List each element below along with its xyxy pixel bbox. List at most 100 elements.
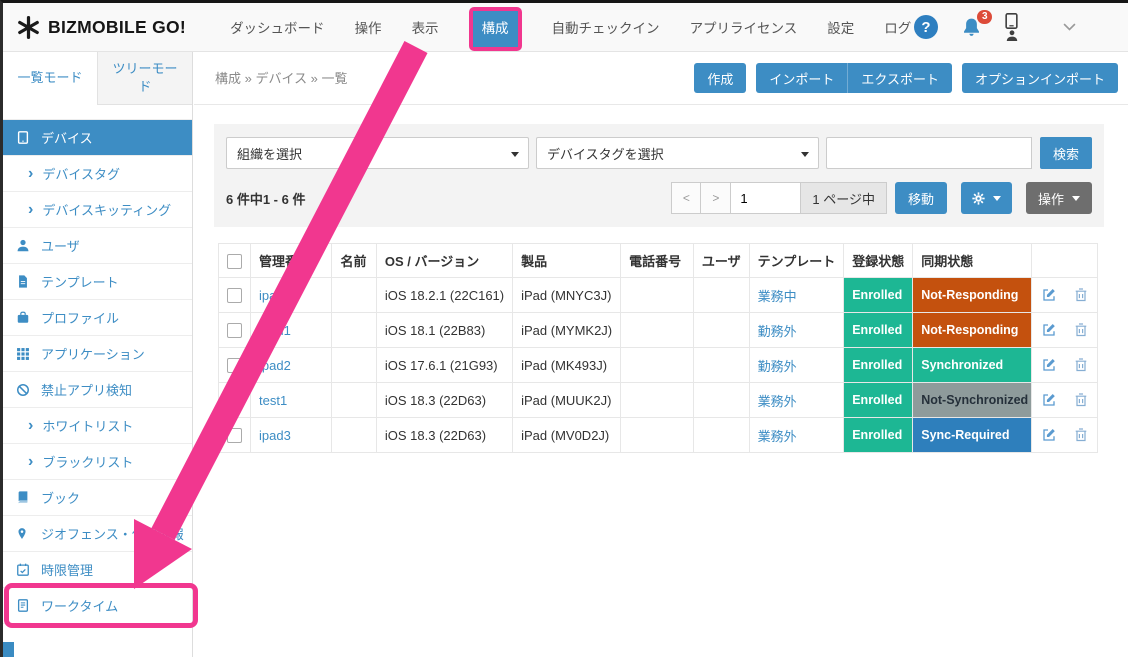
- col-header-management-number: 管理番号: [251, 244, 332, 278]
- account-chevron-down-icon[interactable]: [1063, 23, 1076, 32]
- create-button[interactable]: 作成: [694, 63, 746, 93]
- keyword-search-input[interactable]: [826, 137, 1032, 169]
- row-checkbox[interactable]: [227, 393, 242, 408]
- sidebar-item-device-kitting[interactable]: › デバイスキッティング: [3, 192, 192, 228]
- export-button[interactable]: エクスポート: [847, 63, 952, 93]
- sidebar-item-devices[interactable]: デバイス: [3, 120, 192, 156]
- go-to-page-button[interactable]: 移動: [895, 182, 947, 214]
- edit-icon[interactable]: [1042, 323, 1056, 337]
- page-number-input[interactable]: [731, 182, 801, 214]
- nav-item-config[interactable]: 構成: [473, 11, 518, 47]
- device-id-link[interactable]: ipad2: [259, 358, 291, 373]
- template-link[interactable]: 勤務外: [758, 359, 797, 374]
- select-all-checkbox[interactable]: [227, 254, 242, 269]
- notifications-button[interactable]: 3: [961, 17, 982, 38]
- trash-icon[interactable]: [1075, 393, 1087, 407]
- search-button[interactable]: 検索: [1040, 137, 1092, 169]
- settings-dropdown-button[interactable]: [961, 182, 1012, 214]
- app-logo[interactable]: BIZMOBILE GO!: [3, 15, 186, 40]
- col-header-name: 名前: [332, 244, 376, 278]
- edit-icon[interactable]: [1042, 428, 1056, 442]
- nav-item-operation[interactable]: 操作: [355, 17, 382, 37]
- app-window: BIZMOBILE GO! ダッシュボード 操作 表示 構成 自動チェックイン …: [0, 0, 1128, 657]
- device-id-link[interactable]: ipad1: [259, 323, 291, 338]
- enrollment-status-badge: Enrolled: [844, 418, 912, 452]
- sidebar-item-whitelist[interactable]: › ホワイトリスト: [3, 408, 192, 444]
- cell-name: [332, 313, 376, 348]
- sidebar-item-label: プロファイル: [41, 308, 119, 327]
- tab-tree-mode[interactable]: ツリーモード: [98, 51, 192, 105]
- filter-panel: 組織を選択 デバイスタグを選択 検索 6 件中1 - 6 件 < > 1 ページ…: [214, 124, 1104, 227]
- cell-os: iOS 18.2.1 (22C161): [376, 278, 512, 313]
- edit-icon[interactable]: [1042, 358, 1056, 372]
- row-checkbox[interactable]: [227, 358, 242, 373]
- nav-item-app-license[interactable]: アプリライセンス: [690, 17, 798, 37]
- trash-icon[interactable]: [1075, 428, 1087, 442]
- edit-icon[interactable]: [1042, 393, 1056, 407]
- trash-icon[interactable]: [1075, 323, 1087, 337]
- sidebar-item-banned-app-detection[interactable]: 禁止アプリ検知: [3, 372, 192, 408]
- device-id-link[interactable]: ipad4: [259, 288, 291, 303]
- sidebar-item-worktime[interactable]: ワークタイム: [3, 588, 192, 624]
- device-id-link[interactable]: ipad3: [259, 428, 291, 443]
- file-icon: [16, 274, 32, 289]
- template-link[interactable]: 業務外: [758, 429, 797, 444]
- book-icon: [16, 490, 32, 505]
- sidebar-item-label: 時限管理: [41, 560, 93, 579]
- next-page-button[interactable]: >: [701, 182, 731, 214]
- briefcase-icon: [16, 310, 32, 325]
- cell-os: iOS 17.6.1 (21G93): [376, 348, 512, 383]
- sidebar-item-label: アプリケーション: [41, 344, 145, 363]
- table-row: ipad3 iOS 18.3 (22D63) iPad (MV0D2J) 業務外…: [219, 418, 1098, 453]
- row-checkbox[interactable]: [227, 428, 242, 443]
- row-checkbox[interactable]: [227, 323, 242, 338]
- sidebar-item-profiles[interactable]: プロファイル: [3, 300, 192, 336]
- help-icon[interactable]: ?: [914, 15, 938, 39]
- sidebar-item-device-tags[interactable]: › デバイスタグ: [3, 156, 192, 192]
- caret-down-icon: [511, 152, 519, 157]
- organization-select[interactable]: 組織を選択: [226, 137, 529, 169]
- sidebar-item-users[interactable]: ユーザ: [3, 228, 192, 264]
- bulk-actions-dropdown-button[interactable]: 操作: [1026, 182, 1092, 214]
- template-link[interactable]: 勤務外: [758, 324, 797, 339]
- bulk-actions-label: 操作: [1038, 189, 1064, 208]
- sync-status-badge: Not-Responding: [913, 278, 1031, 312]
- sync-status-badge: Synchronized: [913, 348, 1031, 382]
- gear-icon: [972, 192, 985, 205]
- nav-item-settings[interactable]: 設定: [827, 17, 854, 37]
- sidebar-item-blacklist[interactable]: › ブラックリスト: [3, 444, 192, 480]
- pagination-row: 6 件中1 - 6 件 < > 1 ページ中 移動 操作: [226, 182, 1092, 214]
- sidebar-item-geofence-location[interactable]: ジオフェンス・位置情報: [3, 516, 192, 552]
- nav-item-log[interactable]: ログ: [884, 17, 911, 37]
- template-link[interactable]: 業務中: [758, 289, 797, 304]
- trash-icon[interactable]: [1075, 358, 1087, 372]
- sidebar-item-templates[interactable]: テンプレート: [3, 264, 192, 300]
- cell-phone: [621, 418, 694, 453]
- sidebar-item-books[interactable]: ブック: [3, 480, 192, 516]
- prev-page-button[interactable]: <: [671, 182, 701, 214]
- sync-status-badge: Not-Synchronized: [913, 383, 1031, 417]
- enrollment-status-badge: Enrolled: [844, 348, 912, 382]
- option-import-button[interactable]: オプションインポート: [962, 63, 1118, 93]
- enrollment-status-badge: Enrolled: [844, 313, 912, 347]
- nav-item-auto-checkin[interactable]: 自動チェックイン: [552, 17, 660, 37]
- device-tag-select[interactable]: デバイスタグを選択: [536, 137, 819, 169]
- device-table-container: 管理番号 名前 OS / バージョン 製品 電話番号 ユーザ テンプレート 登録…: [218, 243, 1104, 453]
- table-row: ipad4 iOS 18.2.1 (22C161) iPad (MNYC3J) …: [219, 278, 1098, 313]
- sidebar-item-applications[interactable]: アプリケーション: [3, 336, 192, 372]
- template-link[interactable]: 業務外: [758, 394, 797, 409]
- cell-product: iPad (MV0D2J): [513, 418, 621, 453]
- sidebar-item-time-limit[interactable]: 時限管理: [3, 552, 192, 588]
- import-button[interactable]: インポート: [756, 63, 847, 93]
- cell-product: iPad (MYMK2J): [513, 313, 621, 348]
- edit-icon[interactable]: [1042, 288, 1056, 302]
- row-checkbox[interactable]: [227, 288, 242, 303]
- tab-list-mode[interactable]: 一覧モード: [3, 51, 98, 105]
- nav-item-dashboard[interactable]: ダッシュボード: [230, 17, 325, 37]
- chevron-right-icon: ›: [28, 418, 33, 434]
- trash-icon[interactable]: [1075, 288, 1087, 302]
- cell-product: iPad (MUUK2J): [513, 383, 621, 418]
- device-id-link[interactable]: test1: [259, 393, 287, 408]
- nav-item-display[interactable]: 表示: [412, 17, 439, 37]
- device-user-button[interactable]: [1005, 13, 1018, 41]
